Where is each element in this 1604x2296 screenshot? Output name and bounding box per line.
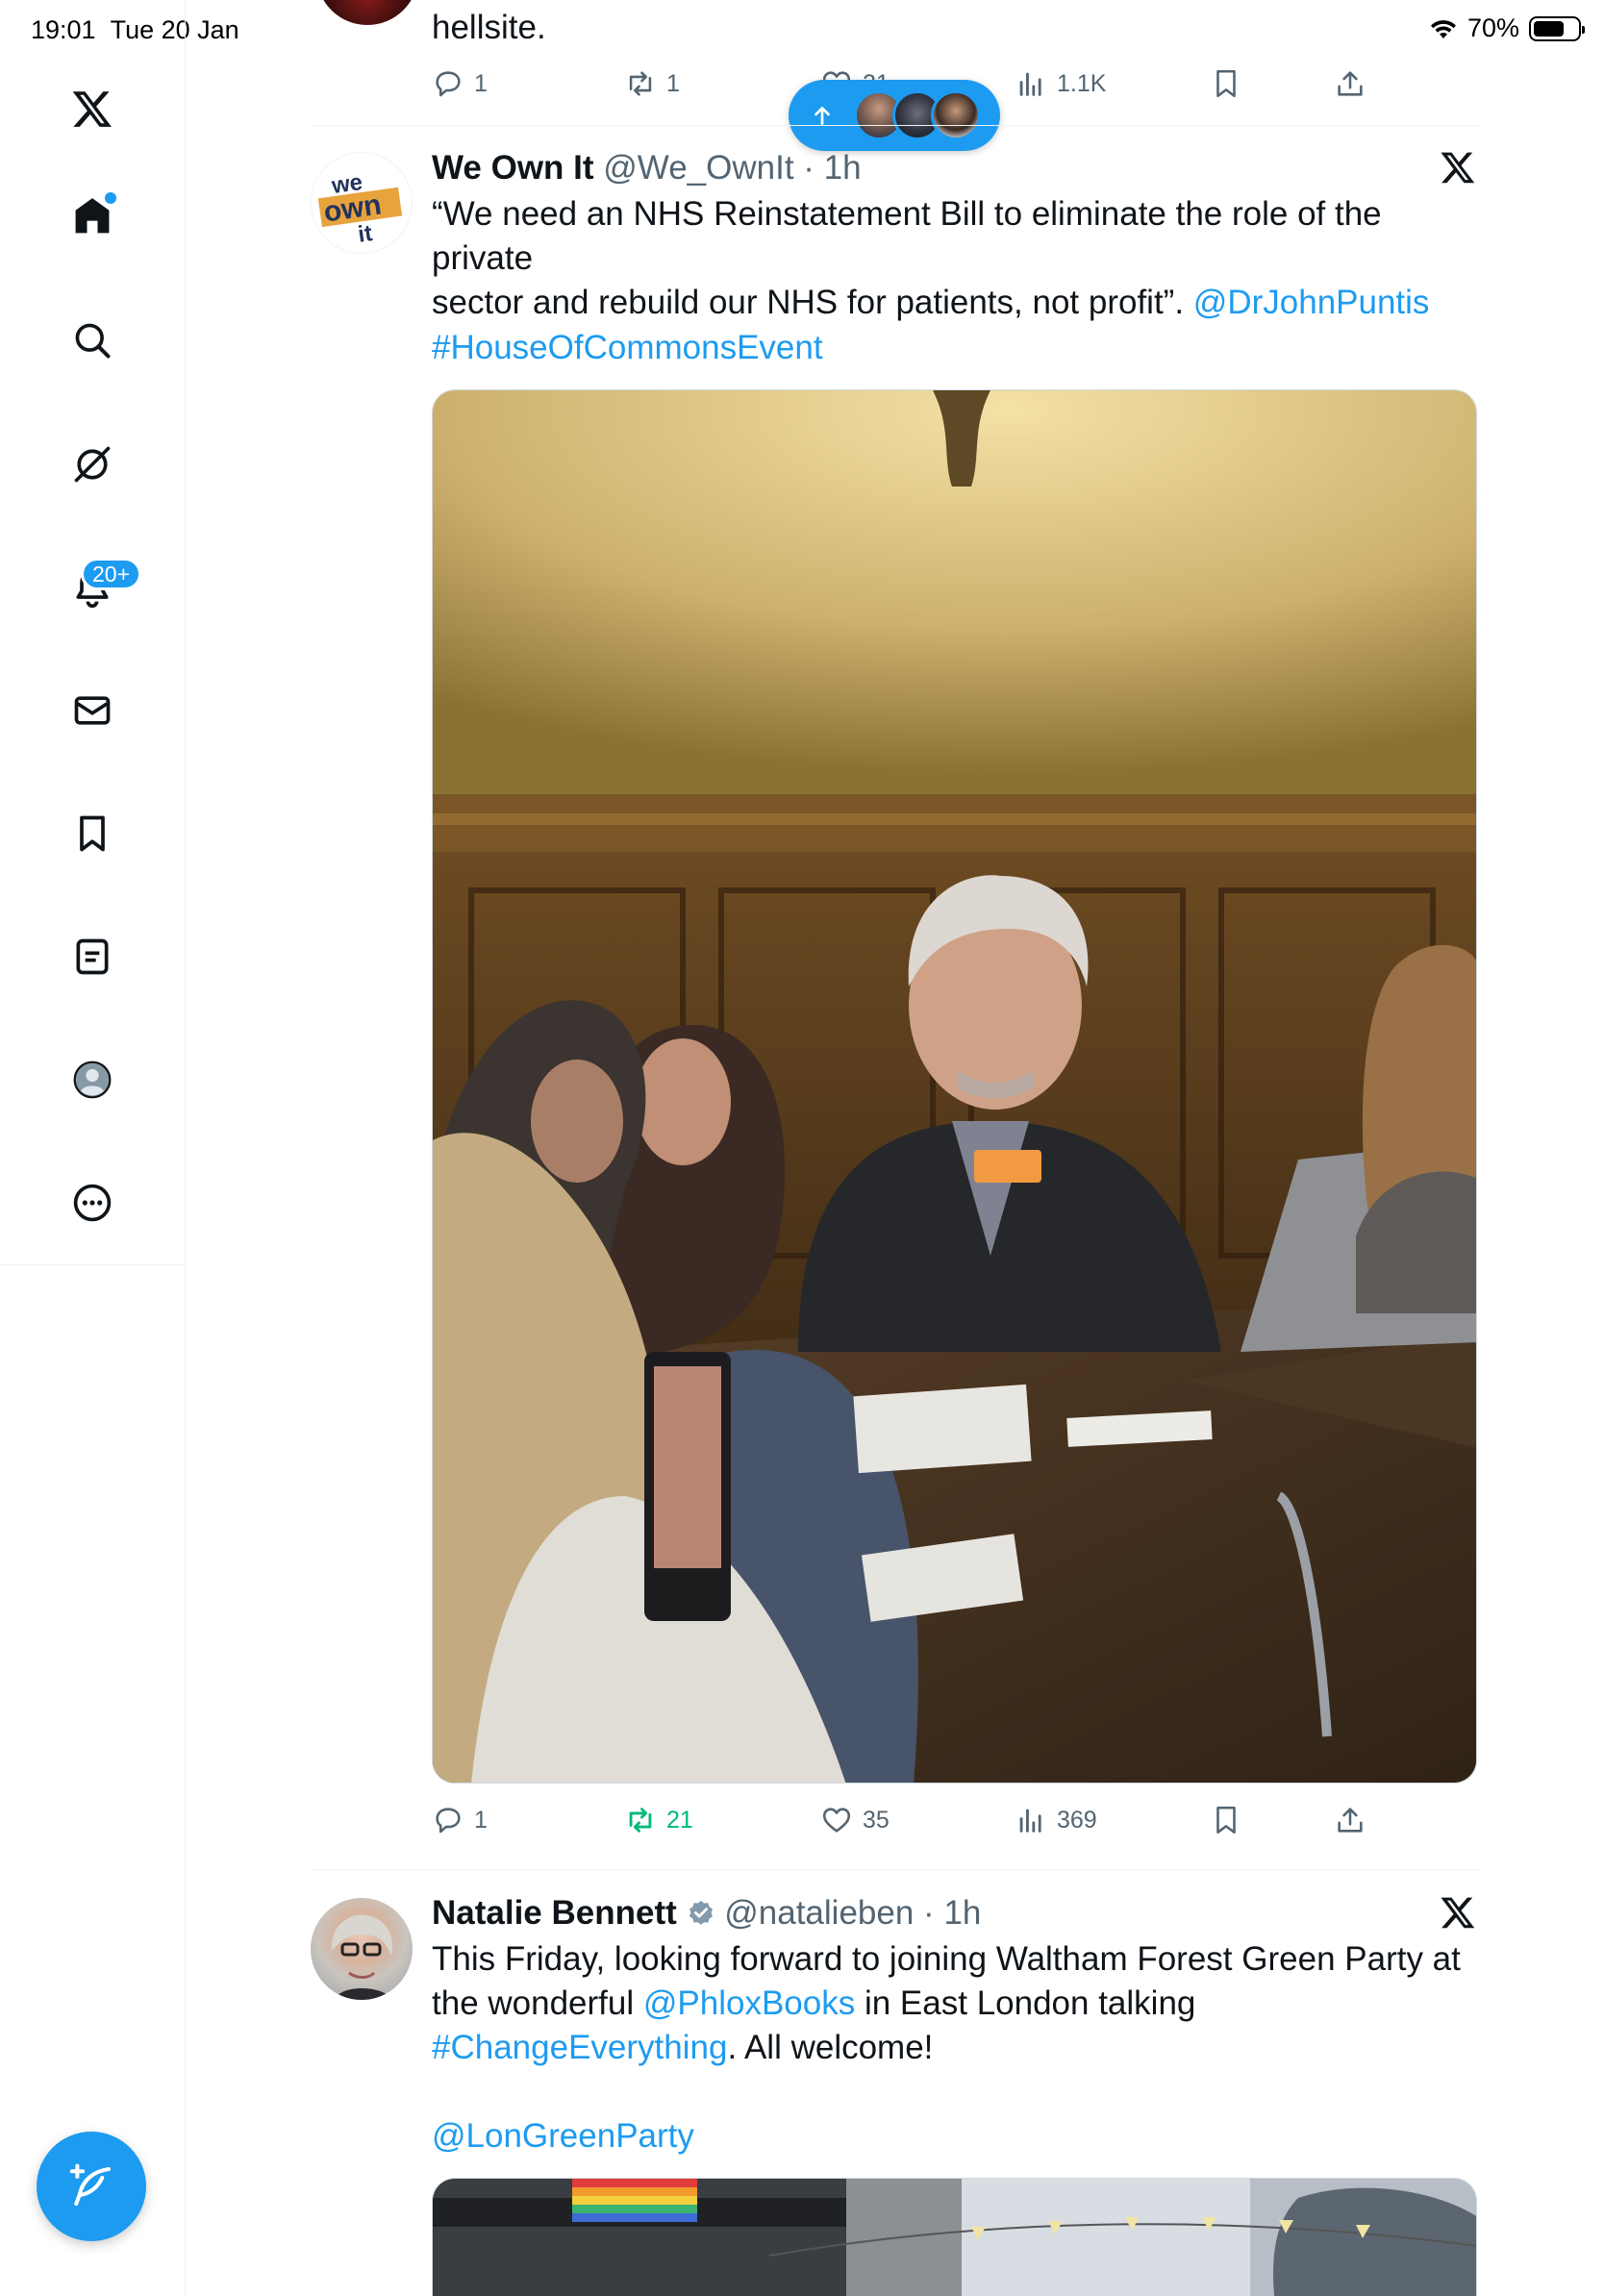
tweet-body-line: This Friday, looking forward to joining … bbox=[432, 1940, 1461, 1978]
bookmark-icon[interactable] bbox=[63, 804, 122, 863]
reply-count: 1 bbox=[474, 1806, 488, 1834]
sidebar: 20+ bbox=[0, 0, 186, 2296]
author-name[interactable]: Natalie Bennett bbox=[432, 1894, 677, 1932]
status-indicators: 70% bbox=[1429, 13, 1585, 43]
home-unread-dot bbox=[105, 192, 116, 204]
notifications-badge: 20+ bbox=[81, 558, 142, 590]
tweet-1-header: We Own It @We_OwnIt · 1h bbox=[432, 149, 862, 187]
repost-icon bbox=[629, 1808, 652, 1833]
views-count: 1.1K bbox=[1057, 69, 1107, 97]
mention-link[interactable]: @PhloxBooks bbox=[643, 1984, 855, 2022]
tweet-1-avatar[interactable]: we own it bbox=[311, 152, 413, 254]
bookmark-button[interactable] bbox=[1210, 67, 1242, 100]
tweet-2-photo[interactable] bbox=[432, 2178, 1477, 2296]
tweet-0-avatar[interactable] bbox=[316, 0, 418, 25]
tweet-body-line: the wonderful bbox=[432, 1984, 635, 2022]
views-icon bbox=[1019, 1809, 1041, 1833]
compose-button[interactable] bbox=[37, 2132, 146, 2241]
share-button[interactable] bbox=[1334, 67, 1366, 100]
battery-percent: 70% bbox=[1466, 13, 1519, 42]
grok-icon[interactable] bbox=[63, 435, 122, 494]
views-count: 369 bbox=[1057, 1806, 1097, 1834]
verified-badge-icon bbox=[689, 1900, 713, 1925]
hashtag-link[interactable]: #ChangeEverything bbox=[432, 2029, 727, 2066]
reply-icon bbox=[436, 71, 461, 97]
tweet-2-body: This Friday, looking forward to joining … bbox=[432, 1937, 1480, 2070]
list-icon[interactable] bbox=[63, 927, 122, 986]
tweet-divider bbox=[313, 125, 1478, 126]
views-button[interactable]: 369 bbox=[1015, 1804, 1097, 1836]
tweet-time[interactable]: 1h bbox=[824, 149, 862, 187]
battery-icon bbox=[1529, 15, 1585, 41]
repost-count: 21 bbox=[666, 1806, 693, 1834]
wifi-icon bbox=[1430, 19, 1456, 38]
share-button[interactable] bbox=[1334, 1804, 1366, 1836]
bookmark-button[interactable] bbox=[1210, 1804, 1242, 1836]
tweet-divider bbox=[313, 1869, 1478, 1870]
author-handle[interactable]: @We_OwnIt bbox=[603, 149, 793, 187]
repost-icon bbox=[629, 71, 652, 96]
svg-text:own: own bbox=[322, 188, 384, 228]
tweet-body-line: sector and rebuild our NHS for patients,… bbox=[432, 284, 1185, 321]
repost-button[interactable]: 21 bbox=[624, 1804, 693, 1836]
tweet-2-avatar[interactable] bbox=[311, 1898, 413, 2000]
envelope-icon[interactable] bbox=[63, 681, 122, 740]
bookmark-icon bbox=[1216, 69, 1236, 98]
repost-count: 1 bbox=[666, 69, 680, 97]
heart-icon bbox=[822, 1808, 851, 1833]
like-button[interactable]: 35 bbox=[820, 1804, 890, 1836]
author-name[interactable]: We Own It bbox=[432, 149, 594, 187]
bookmark-icon bbox=[1216, 1806, 1236, 1834]
feather-plus-icon bbox=[69, 2163, 112, 2207]
tweet-body-line: in East London talking bbox=[864, 1984, 1196, 2022]
sidebar-divider bbox=[0, 1264, 186, 1265]
share-icon bbox=[1338, 1808, 1363, 1833]
x-logo-icon bbox=[1441, 1897, 1475, 1929]
tweet-1-photo[interactable] bbox=[432, 389, 1477, 1784]
x-logo-icon[interactable] bbox=[63, 79, 122, 138]
like-count: 35 bbox=[863, 1806, 890, 1834]
we-own-it-logo: we own it bbox=[317, 169, 403, 248]
tweet-1-body: “We need an NHS Reinstatement Bill to el… bbox=[432, 192, 1480, 325]
tweet-body-line: . All welcome! bbox=[727, 2029, 934, 2066]
tweet-2-header: Natalie Bennett @natalieben · 1h bbox=[432, 1894, 982, 1932]
author-handle[interactable]: @natalieben bbox=[724, 1894, 914, 1932]
hashtag-link[interactable]: #HouseOfCommonsEvent bbox=[432, 326, 823, 370]
mention-link[interactable]: @DrJohnPuntis bbox=[1193, 284, 1430, 321]
mention-link[interactable]: @LonGreenParty bbox=[432, 2114, 694, 2159]
share-icon bbox=[1338, 71, 1363, 96]
new-post-avatar bbox=[931, 90, 981, 140]
avatar-icon[interactable] bbox=[63, 1050, 122, 1110]
tweet-body-line: “We need an NHS Reinstatement Bill to el… bbox=[432, 195, 1382, 277]
views-icon bbox=[1019, 72, 1041, 96]
home-icon[interactable] bbox=[63, 187, 122, 246]
reply-button[interactable]: 1 bbox=[432, 1804, 488, 1836]
reply-count: 1 bbox=[474, 69, 488, 97]
more-icon[interactable] bbox=[63, 1173, 122, 1233]
reply-button[interactable]: 1 bbox=[432, 67, 488, 100]
repost-button[interactable]: 1 bbox=[624, 67, 680, 100]
svg-text:it: it bbox=[357, 220, 374, 248]
views-button[interactable]: 1.1K bbox=[1015, 67, 1106, 100]
reply-icon bbox=[436, 1808, 461, 1834]
x-logo-icon bbox=[1441, 152, 1475, 184]
search-icon[interactable] bbox=[63, 311, 122, 370]
tweet-time[interactable]: 1h bbox=[943, 1894, 981, 1932]
tweet-0-text: hellsite. bbox=[432, 9, 546, 46]
new-posts-pill[interactable] bbox=[789, 80, 1000, 151]
natalie-avatar-glasses bbox=[331, 1914, 392, 2000]
